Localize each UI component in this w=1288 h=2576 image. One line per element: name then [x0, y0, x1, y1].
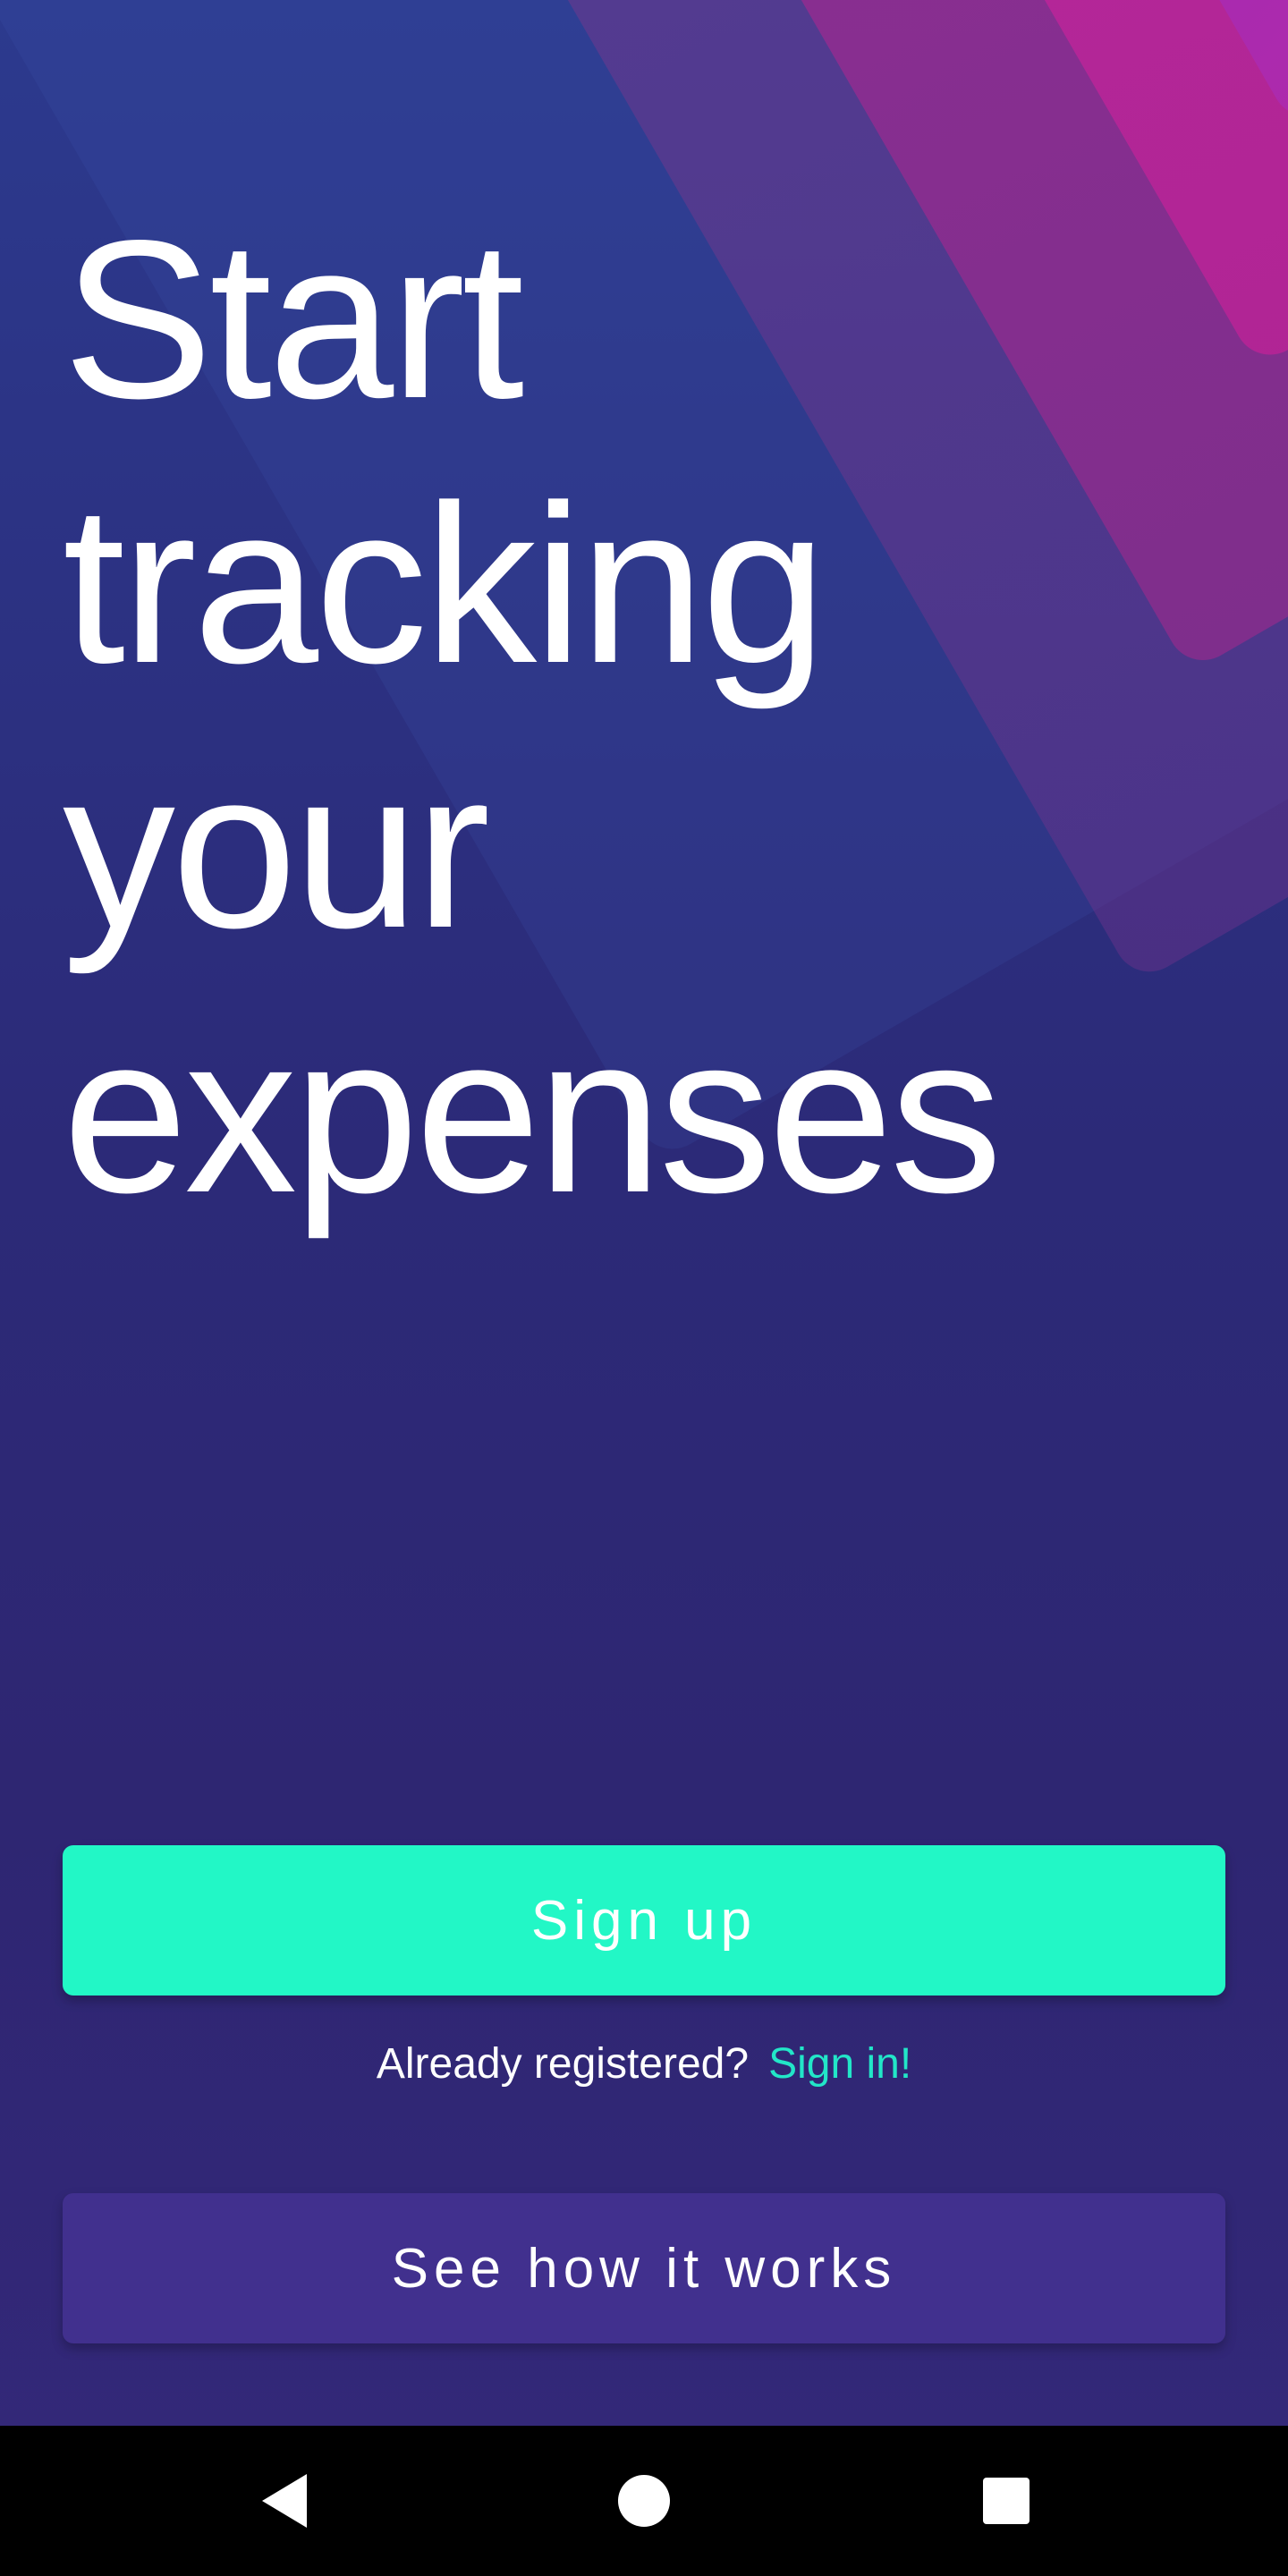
see-how-it-works-button[interactable]: See how it works	[63, 2193, 1225, 2343]
headline-line: expenses	[63, 988, 1003, 1240]
back-button[interactable]	[213, 2426, 356, 2576]
sign-in-prompt: Already registered? Sign in!	[0, 2039, 1288, 2089]
home-circle-icon	[618, 2475, 670, 2527]
headline-line: Start	[63, 194, 524, 445]
home-button[interactable]	[572, 2426, 716, 2576]
sign-up-button[interactable]: Sign up	[63, 1845, 1225, 1996]
recents-button[interactable]	[935, 2426, 1078, 2576]
already-registered-text: Already registered?	[376, 2040, 750, 2088]
hero-headline: Start tracking your expenses	[63, 188, 1225, 1247]
onboarding-screen: Start tracking your expenses Sign up Alr…	[0, 0, 1288, 2576]
headline-line: tracking	[63, 459, 826, 710]
back-triangle-icon	[262, 2474, 307, 2528]
recents-square-icon	[983, 2478, 1030, 2524]
headline-line: your	[63, 724, 490, 975]
system-navigation-bar	[0, 2426, 1288, 2576]
sign-in-link[interactable]: Sign in!	[768, 2040, 911, 2088]
